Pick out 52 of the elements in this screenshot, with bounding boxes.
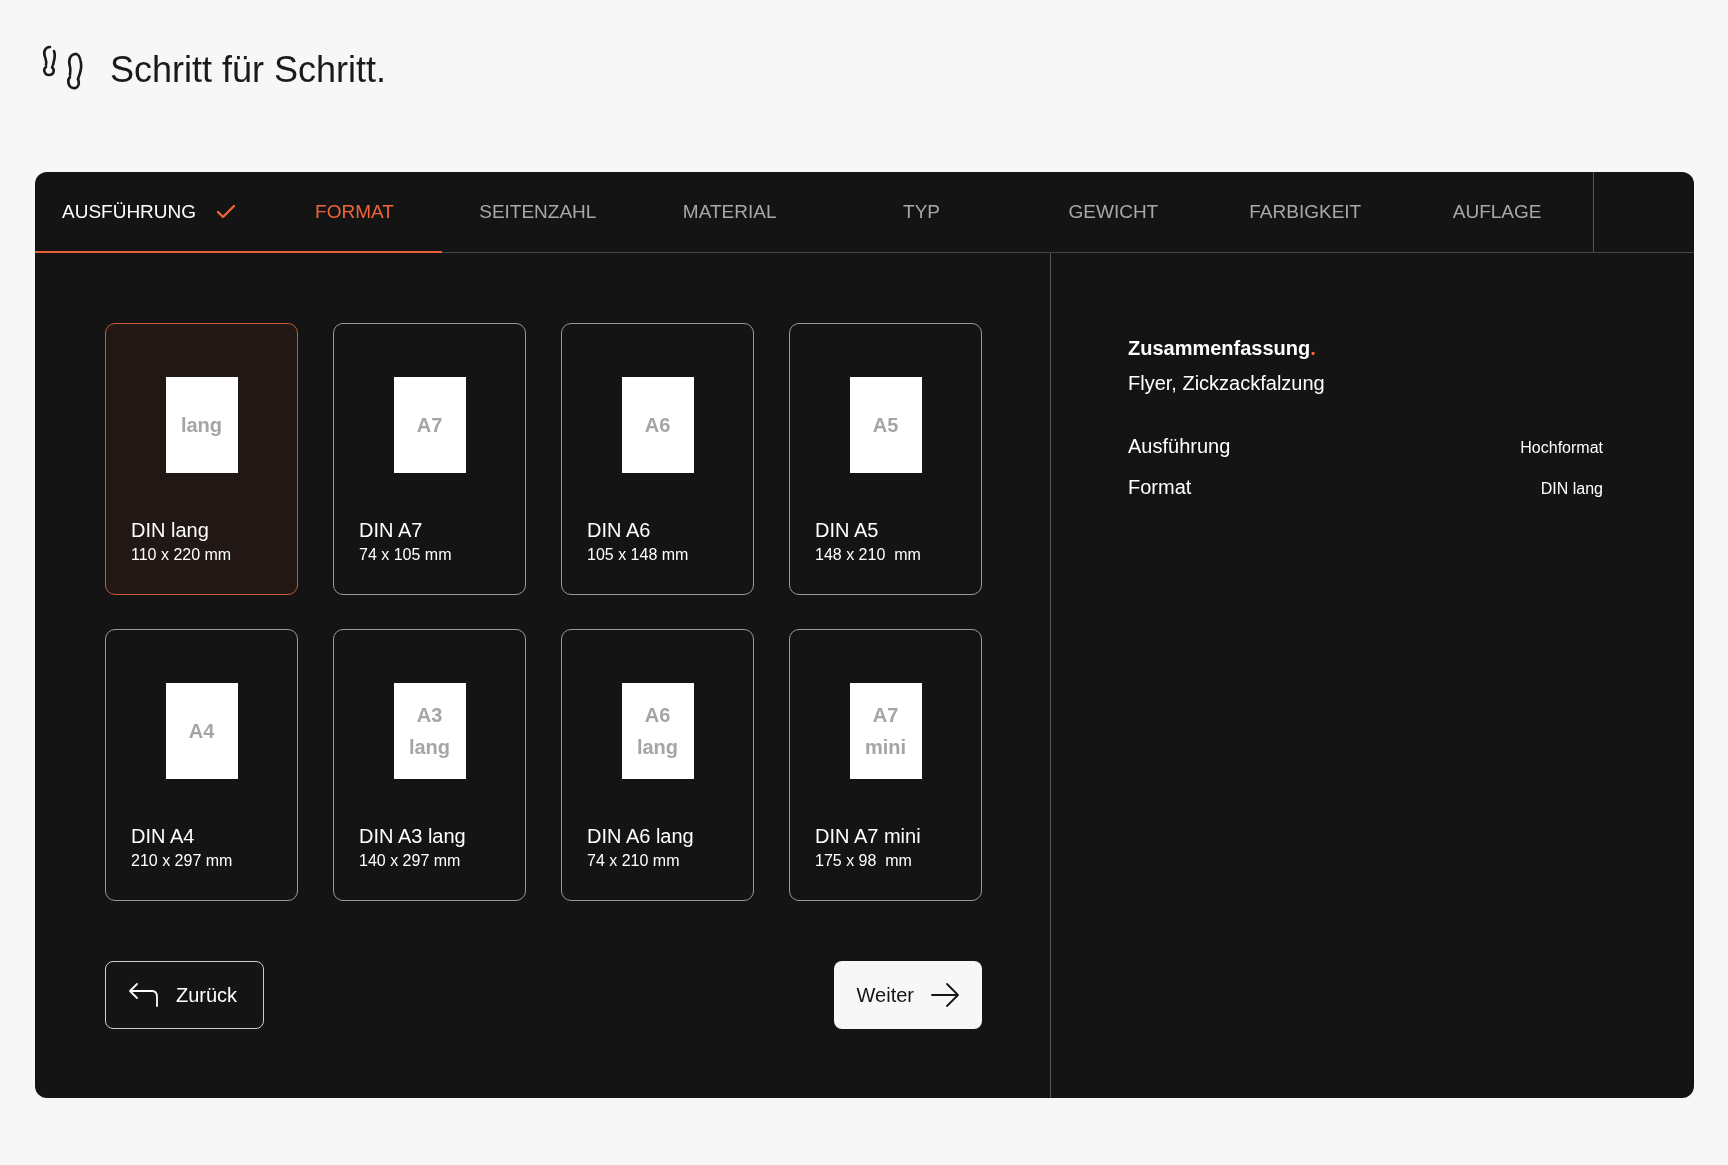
format-size: 74 x 210 mm bbox=[587, 852, 681, 870]
step-tab[interactable]: SEITENZAHL bbox=[441, 172, 634, 253]
step-tab[interactable]: FARBIGKEIT bbox=[1209, 172, 1402, 253]
format-size: 110 x 220 mm bbox=[131, 546, 233, 564]
summary-label: Format bbox=[1128, 476, 1192, 499]
format-name: DIN A6 lang bbox=[587, 825, 695, 848]
format-name: DIN A5 bbox=[815, 519, 880, 542]
format-name: DIN A7 mini bbox=[815, 825, 922, 848]
format-card[interactable]: A5 DIN A5 148 x 210 mm bbox=[789, 323, 982, 595]
page-title: Schritt für Schritt. bbox=[110, 49, 387, 91]
paper-preview: A6 lang bbox=[621, 683, 694, 779]
format-card[interactable]: A6 DIN A6 105 x 148 mm bbox=[561, 323, 754, 595]
paper-preview: A7 mini bbox=[849, 683, 922, 779]
step-tab[interactable]: AUFLAGE bbox=[1401, 172, 1594, 253]
back-button[interactable]: Zurück bbox=[105, 961, 265, 1029]
format-name: DIN A6 bbox=[587, 519, 652, 542]
summary-value: DIN lang bbox=[1540, 480, 1603, 498]
format-size: 175 x 98 mm bbox=[815, 852, 913, 870]
format-card[interactable]: A7 mini DIN A7 mini 175 x 98 mm bbox=[789, 629, 982, 901]
step-tab[interactable]: TYP bbox=[825, 172, 1018, 253]
format-card[interactable]: A6 lang DIN A6 lang 74 x 210 mm bbox=[561, 629, 754, 901]
summary-label: Ausführung bbox=[1128, 435, 1231, 458]
format-size: 148 x 210 mm bbox=[815, 546, 922, 564]
format-name: DIN A3 lang bbox=[359, 825, 467, 848]
format-size: 74 x 105 mm bbox=[359, 546, 453, 564]
arrow-right-icon bbox=[930, 982, 960, 1008]
step-tab[interactable]: AUSFÜHRUNG bbox=[35, 172, 289, 253]
summary-subtitle: Flyer, Zickzackfalzung bbox=[1128, 372, 1326, 395]
format-card[interactable]: A4 DIN A4 210 x 297 mm bbox=[105, 629, 298, 901]
format-name: DIN lang bbox=[131, 519, 210, 542]
format-size: 210 x 297 mm bbox=[131, 852, 234, 870]
format-card[interactable]: A7 DIN A7 74 x 105 mm bbox=[333, 323, 526, 595]
summary-title: Zusammenfassung. bbox=[1128, 337, 1317, 360]
format-name: DIN A4 bbox=[131, 825, 196, 848]
format-card[interactable]: A3 lang DIN A3 lang 140 x 297 mm bbox=[333, 629, 526, 901]
format-size: 140 x 297 mm bbox=[359, 852, 462, 870]
format-name: DIN A7 bbox=[359, 519, 424, 542]
check-icon bbox=[216, 203, 237, 220]
paper-preview: A7 bbox=[393, 377, 466, 473]
format-card[interactable]: lang DIN lang 110 x 220 mm bbox=[105, 323, 298, 595]
paper-preview: A3 lang bbox=[393, 683, 466, 779]
format-size: 105 x 148 mm bbox=[587, 546, 690, 564]
step-tab[interactable]: MATERIAL bbox=[633, 172, 826, 253]
paper-preview: A5 bbox=[849, 377, 922, 473]
summary-value: Hochformat bbox=[1520, 439, 1603, 457]
next-button[interactable]: Weiter bbox=[833, 961, 982, 1029]
paper-preview: A4 bbox=[165, 683, 238, 779]
step-tab[interactable]: GEWICHT bbox=[1017, 172, 1210, 253]
return-arrow-icon bbox=[128, 982, 160, 1008]
paper-preview: lang bbox=[165, 377, 238, 473]
paper-preview: A6 bbox=[621, 377, 694, 473]
step-tab[interactable]: FORMAT bbox=[288, 172, 442, 253]
